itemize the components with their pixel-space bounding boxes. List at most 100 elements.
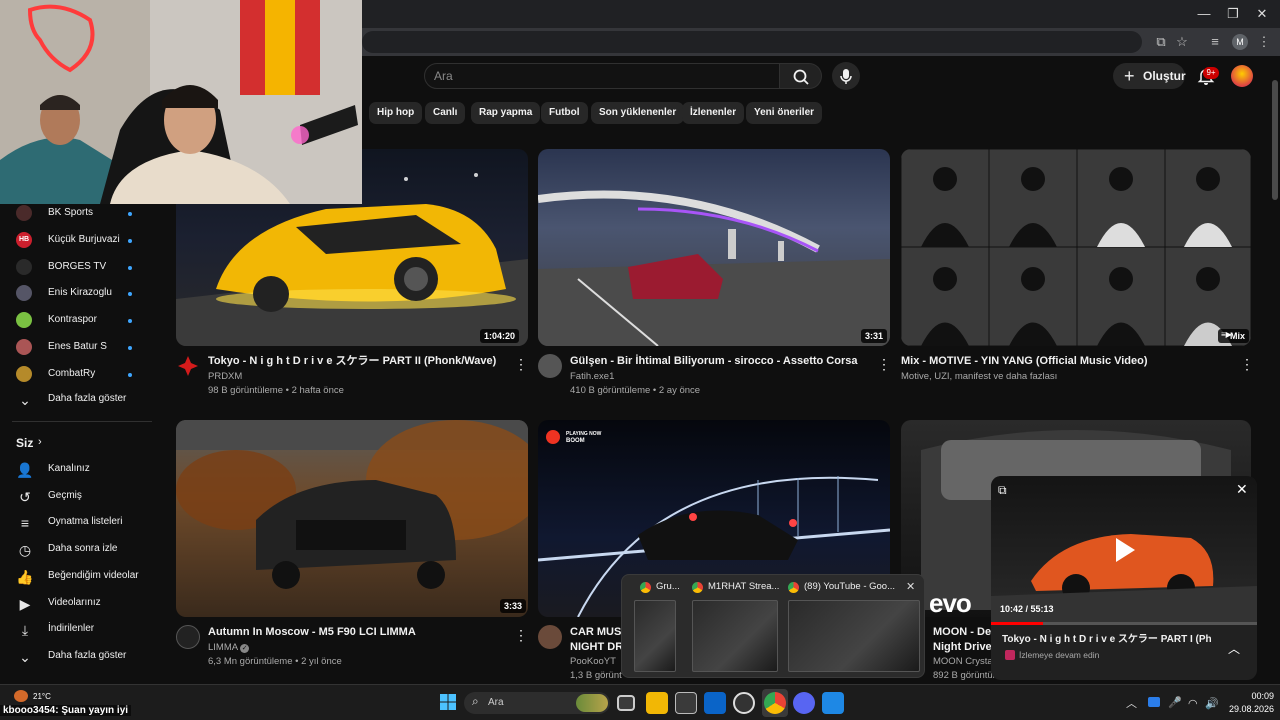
sidebar-subscription-label[interactable]: Enis Kirazoglu — [48, 287, 112, 298]
expand-player-icon[interactable]: ⧉ — [998, 483, 1014, 497]
chrome-icon — [788, 582, 799, 593]
omnibox[interactable] — [362, 31, 1142, 53]
weather-icon[interactable] — [14, 690, 28, 702]
preview-window-title[interactable]: (89) YouTube - Goo... — [804, 581, 895, 592]
maximize-icon[interactable]: ❐ — [1219, 4, 1247, 24]
mix-label: Mix — [1230, 331, 1246, 341]
chrome-icon[interactable] — [764, 692, 786, 714]
limma-avatar[interactable] — [176, 625, 200, 649]
weather-temp[interactable]: 21°C — [33, 692, 51, 701]
bookmark-star-icon[interactable]: ☆ — [1172, 32, 1192, 52]
wifi-icon[interactable]: ◠ — [1188, 697, 1198, 710]
video-channel[interactable]: LIMMA ✓ — [208, 641, 250, 655]
volume-icon[interactable]: 🔊 — [1205, 697, 1219, 710]
sidebar-subscription-label[interactable]: BORGES TV — [48, 261, 106, 272]
sidebar-subscription-label[interactable]: Enes Batur S — [48, 341, 107, 352]
sidebar-item[interactable]: Geçmiş — [48, 490, 82, 501]
store-icon[interactable] — [675, 692, 697, 714]
close-mini-player-icon[interactable]: ✕ — [1236, 481, 1252, 497]
show-more-subscriptions[interactable]: Daha fazla göster — [48, 393, 126, 404]
sidebar-subscription-label[interactable]: Kontraspor — [48, 314, 97, 325]
filter-chip[interactable]: Rap yapma — [471, 102, 541, 124]
filter-chip[interactable]: İzlenenler — [682, 102, 745, 124]
mini-player-title[interactable]: Tokyo - N i g h t D r i v e スケラー PART I … — [1002, 632, 1212, 647]
outlook-icon[interactable] — [704, 692, 726, 714]
sidebar-item[interactable]: Oynatma listeleri — [48, 516, 122, 527]
steam-icon[interactable] — [733, 692, 755, 714]
chevron-up-icon[interactable]: ︿ — [1228, 640, 1240, 657]
show-more-you[interactable]: Daha fazla göster — [48, 650, 126, 661]
mini-player-progress[interactable] — [991, 622, 1257, 625]
preview-window-title[interactable]: M1RHAT Strea... — [708, 581, 779, 592]
scrollbar-thumb[interactable] — [1272, 80, 1278, 200]
sidebar-subscription-label[interactable]: CombatRy — [48, 368, 95, 379]
file-explorer-icon[interactable] — [646, 692, 668, 714]
sidebar-item[interactable]: Beğendiğim videolar — [48, 570, 139, 581]
fatih-avatar[interactable] — [538, 354, 562, 378]
play-icon[interactable] — [1113, 536, 1137, 564]
filter-chip[interactable]: Futbol — [541, 102, 588, 124]
filter-chip[interactable]: Canlı — [425, 102, 466, 124]
mix-thumbnail[interactable] — [901, 149, 1251, 346]
discord-icon[interactable] — [793, 692, 815, 714]
tray-app-icon[interactable] — [1148, 697, 1160, 707]
sidebar-item[interactable]: Videolarınız — [48, 597, 101, 608]
more-options-icon[interactable]: ⋮ — [514, 627, 528, 643]
pookoo-avatar[interactable] — [538, 625, 562, 649]
video-channel[interactable]: Fatih.exe1 — [570, 370, 614, 384]
evo-logo: evo — [929, 588, 972, 618]
video-title-line2[interactable]: NIGHT DRI — [570, 640, 626, 655]
close-preview-icon[interactable]: ✕ — [906, 580, 915, 593]
preview-thumbnail[interactable] — [634, 600, 676, 672]
video-title-line2[interactable]: Night Drive, — [933, 640, 991, 655]
video-title[interactable]: Autumn In Moscow - M5 F90 LCI LIMMA — [208, 625, 416, 640]
filter-chip[interactable]: Son yüklenenler — [591, 102, 685, 124]
minimize-icon[interactable]: — — [1190, 4, 1218, 24]
preview-thumbnail[interactable] — [692, 600, 778, 672]
chevron-right-icon[interactable]: › — [38, 436, 42, 448]
video-title[interactable]: Gülşen - Bir İhtimal Biliyorum - sirocco… — [570, 354, 857, 369]
clock-time[interactable]: 00:09 — [1238, 691, 1274, 701]
prdxm-avatar[interactable] — [176, 354, 200, 378]
video-title[interactable]: MOON - Dee — [933, 625, 991, 640]
you-section-header[interactable]: Siz — [16, 436, 33, 450]
sidebar-subscription-label[interactable]: Küçük Burjuvazi — [48, 234, 120, 245]
voice-search-button[interactable] — [832, 62, 860, 90]
video-channel[interactable]: MOON Crystal — [933, 655, 991, 669]
video-thumbnail[interactable] — [538, 149, 890, 346]
tray-mic-icon[interactable]: 🎤 — [1168, 696, 1182, 709]
sidebar-subscription-label[interactable]: BK Sports — [48, 207, 93, 218]
clock-date[interactable]: 29.08.2026 — [1222, 704, 1274, 714]
video-title[interactable]: Mix - MOTIVE - YIN YANG (Official Music … — [901, 354, 1148, 369]
profile-avatar[interactable]: M — [1232, 34, 1248, 50]
more-options-icon[interactable]: ⋮ — [877, 356, 891, 372]
search-button[interactable] — [780, 63, 822, 89]
account-avatar[interactable] — [1231, 65, 1253, 87]
preview-thumbnail[interactable] — [788, 600, 920, 672]
sidebar-item[interactable]: İndirilenler — [48, 623, 94, 634]
sidebar-item[interactable]: Kanalınız — [48, 463, 90, 474]
preview-window-title[interactable]: Gru... — [656, 581, 680, 592]
more-options-icon[interactable]: ⋮ — [1240, 356, 1254, 372]
mini-player[interactable]: ⧉ ✕ 10:42 / 55:13 Tokyo - N i g h t D r … — [991, 476, 1257, 680]
app-icon[interactable] — [822, 692, 844, 714]
chrome-menu-icon[interactable]: ⋮ — [1254, 32, 1274, 52]
filter-chip[interactable]: Hip hop — [369, 102, 423, 124]
filter-chip[interactable]: Yeni öneriler — [746, 102, 823, 124]
video-channel[interactable]: PRDXM — [208, 370, 242, 384]
search-input[interactable] — [424, 63, 780, 89]
video-thumbnail[interactable] — [176, 420, 528, 617]
more-options-icon[interactable]: ⋮ — [514, 356, 528, 372]
video-title[interactable]: Tokyo - N i g h t D r i v e スケラー PART II… — [208, 354, 496, 369]
close-window-icon[interactable]: ✕ — [1248, 4, 1276, 24]
windows-start-icon[interactable] — [440, 694, 456, 710]
video-channel[interactable]: PooKooYT — [570, 655, 616, 669]
create-label: Oluştur — [1143, 69, 1186, 83]
reading-list-icon[interactable]: ≡ — [1205, 32, 1225, 52]
chevron-up-tray-icon[interactable]: ︿ — [1126, 695, 1137, 711]
install-app-icon[interactable]: ⧉ — [1151, 32, 1171, 52]
like-icon: 👍 — [16, 568, 34, 585]
video-channel[interactable]: Motive, UZI, manifest ve daha fazlası — [901, 370, 1057, 384]
sidebar-item[interactable]: Daha sonra izle — [48, 543, 117, 554]
task-view-icon[interactable] — [617, 695, 635, 711]
